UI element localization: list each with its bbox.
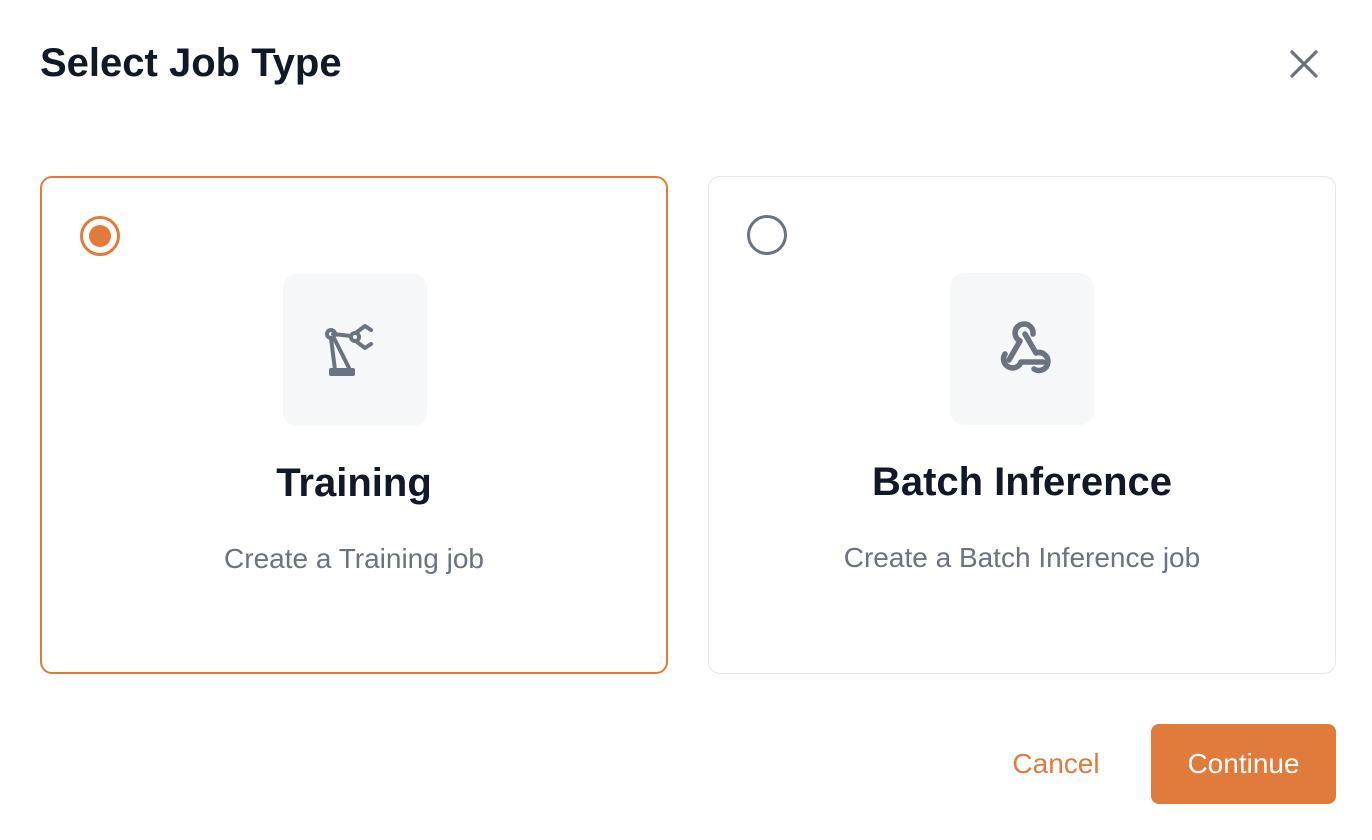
option-title: Batch Inference <box>871 460 1173 504</box>
radio-selected-dot <box>89 225 111 247</box>
continue-button[interactable]: Continue <box>1151 724 1336 804</box>
job-type-option-training[interactable]: Training Create a Training job <box>40 176 668 674</box>
batch-inference-radio[interactable] <box>747 215 787 255</box>
training-radio[interactable] <box>80 216 120 256</box>
close-icon <box>1290 50 1318 78</box>
job-type-option-batch-inference[interactable]: Batch Inference Create a Batch Inference… <box>708 176 1336 674</box>
close-button[interactable] <box>1280 40 1328 88</box>
option-title: Training <box>276 461 432 505</box>
training-icon-tile <box>283 274 427 426</box>
option-description: Create a Batch Inference job <box>843 542 1201 573</box>
batch-inference-icon-tile <box>950 273 1094 425</box>
dialog-title: Select Job Type <box>40 41 342 85</box>
webhook-icon <box>1000 321 1051 374</box>
cancel-button[interactable]: Cancel <box>990 724 1122 804</box>
select-job-type-dialog: Select Job Type Training Create a Traini… <box>0 0 1372 840</box>
robotic-arm-icon <box>325 324 373 376</box>
option-description: Create a Training job <box>224 543 484 574</box>
